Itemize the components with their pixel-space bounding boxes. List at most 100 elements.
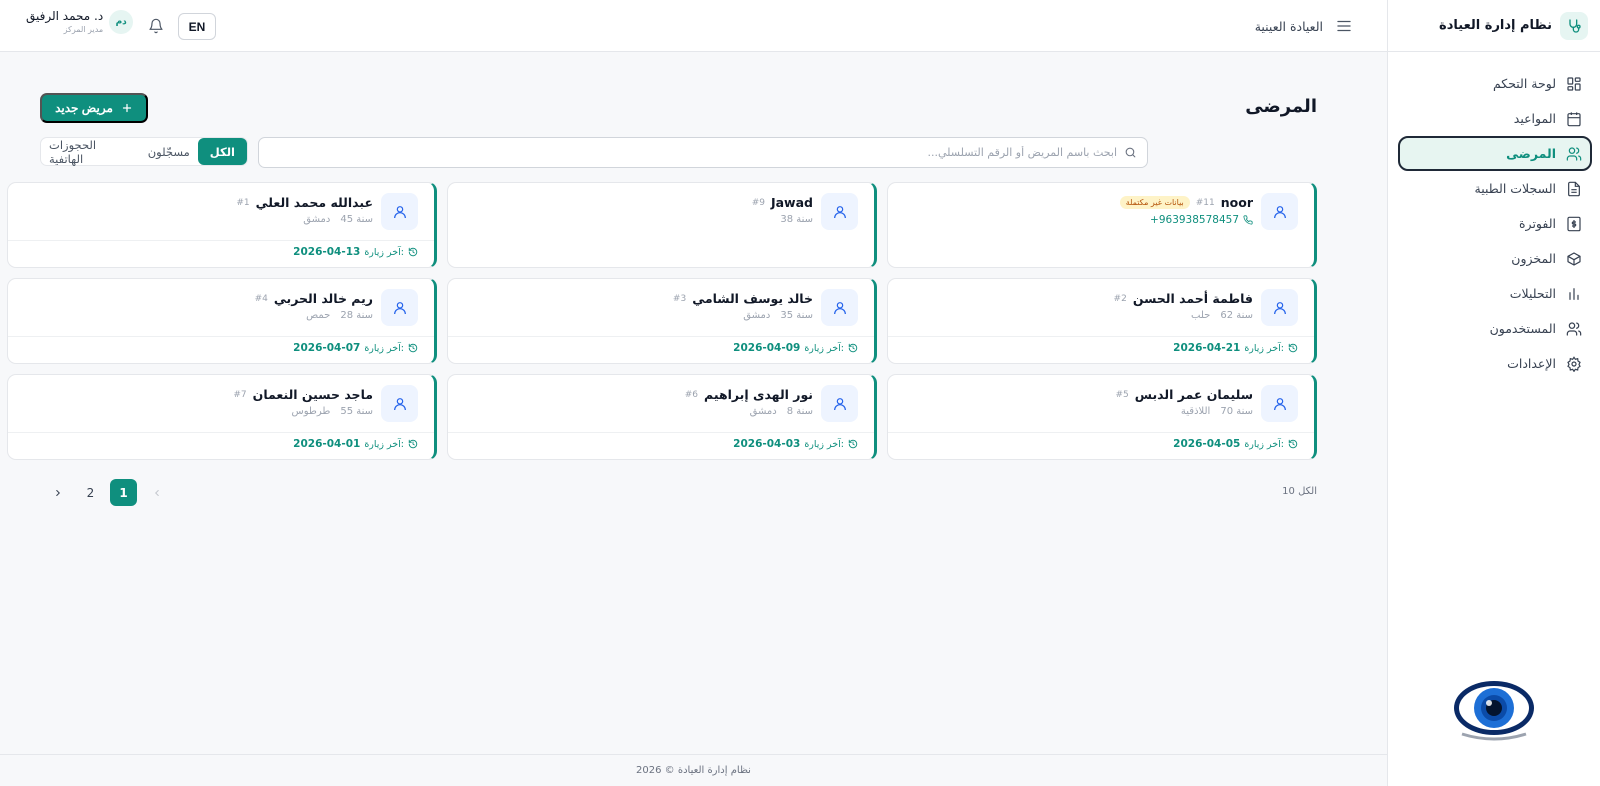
patient-meta: 28 سنة حمص — [306, 310, 373, 321]
patient-city: دمشق — [749, 406, 777, 417]
sidebar-item-users[interactable]: المستخدمون — [1398, 311, 1592, 346]
card-divider — [8, 240, 434, 241]
patient-header: سليمان عمر الدبس #5 — [1116, 387, 1253, 402]
patient-city: اللاذقية — [1180, 406, 1211, 417]
patient-name: ماجد حسين النعمان — [252, 387, 373, 402]
patient-age: 62 سنة — [1220, 310, 1253, 321]
patient-card[interactable]: خالد يوسف الشامي #3 35 سنة دمشق آخر زيار… — [447, 278, 877, 364]
last-visit-label: آخر زيارة: — [364, 342, 404, 354]
patient-card[interactable]: ماجد حسين النعمان #7 55 سنة طرطوس آخر زي… — [7, 374, 437, 460]
patient-name: ريم خالد الحربي — [273, 291, 373, 306]
user-icon — [1261, 385, 1298, 422]
last-visit: آخر زيارة: 2026-04-09 — [733, 342, 858, 354]
page-button-2[interactable]: 2 — [77, 479, 104, 506]
plus-icon — [121, 102, 133, 114]
patient-header: نور الهدى إبراهيم #6 — [685, 387, 813, 402]
patient-card[interactable]: نور الهدى إبراهيم #6 8 سنة دمشق آخر زيار… — [447, 374, 877, 460]
patient-age: 45 سنة — [340, 214, 373, 225]
last-visit-label: آخر زيارة: — [1244, 438, 1284, 450]
patient-card[interactable]: فاطمة أحمد الحسن #2 62 سنة حلب آخر زيارة… — [887, 278, 1317, 364]
last-visit-label: آخر زيارة: — [1244, 342, 1284, 354]
sidebar-item-medical-records[interactable]: السجلات الطبية — [1398, 171, 1592, 206]
patient-age: 55 سنة — [340, 406, 373, 417]
tab-phone-bookings[interactable]: الحجوزات الهاتفية — [41, 138, 140, 166]
total-count: 10 الكل — [1282, 486, 1317, 497]
last-visit: آخر زيارة: 2026-04-05 — [1173, 438, 1298, 450]
history-icon — [408, 247, 418, 257]
patient-id: #5 — [1115, 389, 1129, 400]
last-visit-date: 2026-04-03 — [733, 438, 801, 450]
patient-id: #3 — [672, 293, 687, 304]
incomplete-data-badge: بيانات غير مكتملة — [1119, 196, 1190, 209]
patient-id: #6 — [684, 389, 699, 400]
last-visit-date: 2026-04-05 — [1173, 438, 1241, 450]
patient-card[interactable]: Jawad #9 38 سنة — [447, 182, 877, 268]
users-icon — [1566, 146, 1582, 162]
sidebar-item-label: لوحة التحكم — [1492, 76, 1556, 91]
patient-card[interactable]: noor #11 بيانات غير مكتملة +963938578457 — [887, 182, 1317, 268]
user-name: د. محمد الرفيق — [26, 9, 104, 23]
patient-age: 70 سنة — [1220, 406, 1253, 417]
user-role: مدير المركز — [63, 25, 104, 34]
card-divider — [8, 432, 434, 433]
new-patient-button[interactable]: مريض جديد — [40, 93, 148, 123]
patient-id: #7 — [233, 389, 247, 400]
filter-tabs: الحجوزات الهاتفية مسجّلون الكل — [40, 137, 248, 166]
patient-city: طرطوس — [291, 406, 331, 417]
patient-header: ماجد حسين النعمان #7 — [233, 387, 373, 402]
last-visit-label: آخر زيارة: — [364, 246, 404, 258]
tab-registered[interactable]: مسجّلون — [140, 138, 198, 165]
patient-id: #11 — [1195, 197, 1215, 208]
patient-card[interactable]: ريم خالد الحربي #4 28 سنة حمص آخر زيارة:… — [7, 278, 437, 364]
language-toggle-button[interactable]: EN — [178, 13, 216, 40]
patient-header: ريم خالد الحربي #4 — [255, 291, 373, 306]
last-visit: آخر زيارة: 2026-04-21 — [1173, 342, 1298, 354]
sidebar-item-dashboard[interactable]: لوحة التحكم — [1398, 66, 1592, 101]
phone-icon — [1243, 215, 1253, 225]
last-visit: آخر زيارة: 2026-04-03 — [733, 438, 858, 450]
patient-header: خالد يوسف الشامي #3 — [673, 291, 813, 306]
search-input[interactable] — [277, 138, 1117, 167]
patient-meta: 55 سنة طرطوس — [292, 406, 373, 417]
history-icon — [1288, 439, 1298, 449]
sidebar-item-analytics[interactable]: التحليلات — [1398, 276, 1592, 311]
page-button-1[interactable]: 1 — [110, 479, 137, 506]
sidebar-brand[interactable]: نظام إدارة العيادة — [1388, 0, 1600, 52]
sidebar-item-inventory[interactable]: المخزون — [1398, 241, 1592, 276]
patient-name: عبدالله محمد العلي — [255, 195, 373, 210]
patient-id: #4 — [254, 293, 268, 304]
user-icon — [821, 289, 858, 326]
next-page-button[interactable] — [44, 479, 71, 506]
menu-icon[interactable] — [1335, 17, 1353, 35]
patient-phone: +963938578457 — [1150, 214, 1253, 226]
bell-icon[interactable] — [148, 17, 164, 35]
patient-card[interactable]: سليمان عمر الدبس #5 70 سنة اللاذقية آخر … — [887, 374, 1317, 460]
prev-page-button[interactable] — [143, 479, 170, 506]
patient-card[interactable]: عبدالله محمد العلي #1 45 سنة دمشق آخر زي… — [7, 182, 437, 268]
patient-city: حلب — [1191, 310, 1211, 321]
sidebar-item-patients[interactable]: المرضى — [1398, 136, 1592, 171]
tab-all[interactable]: الكل — [197, 138, 247, 165]
patient-header: فاطمة أحمد الحسن #2 — [1114, 291, 1253, 306]
patient-meta: 70 سنة اللاذقية — [1181, 406, 1253, 417]
user-avatar[interactable]: دم — [109, 9, 134, 34]
card-divider — [8, 336, 434, 337]
search-icon — [1124, 146, 1137, 159]
patient-id: #1 — [236, 197, 250, 208]
card-divider — [448, 432, 874, 433]
sidebar-item-billing[interactable]: الفوترة — [1398, 206, 1592, 241]
sidebar-item-label: السجلات الطبية — [1474, 181, 1556, 196]
patient-age: 35 سنة — [780, 310, 813, 321]
sidebar-item-appointments[interactable]: المواعيد — [1398, 101, 1592, 136]
last-visit-date: 2026-04-07 — [293, 342, 361, 354]
last-visit-label: آخر زيارة: — [804, 342, 844, 354]
last-visit-date: 2026-04-13 — [293, 246, 361, 258]
eye-logo-icon — [1452, 678, 1536, 742]
sidebar-item-settings[interactable]: الإعدادات — [1398, 346, 1592, 381]
history-icon — [848, 439, 858, 449]
last-visit-date: 2026-04-21 — [1173, 342, 1241, 354]
last-visit-label: آخر زيارة: — [364, 438, 404, 450]
user-profile[interactable]: د. محمد الرفيق مدير المركز دم — [26, 9, 134, 34]
last-visit-label: آخر زيارة: — [804, 438, 844, 450]
top-header: د. محمد الرفيق مدير المركز دم EN العيادة… — [0, 0, 1387, 52]
